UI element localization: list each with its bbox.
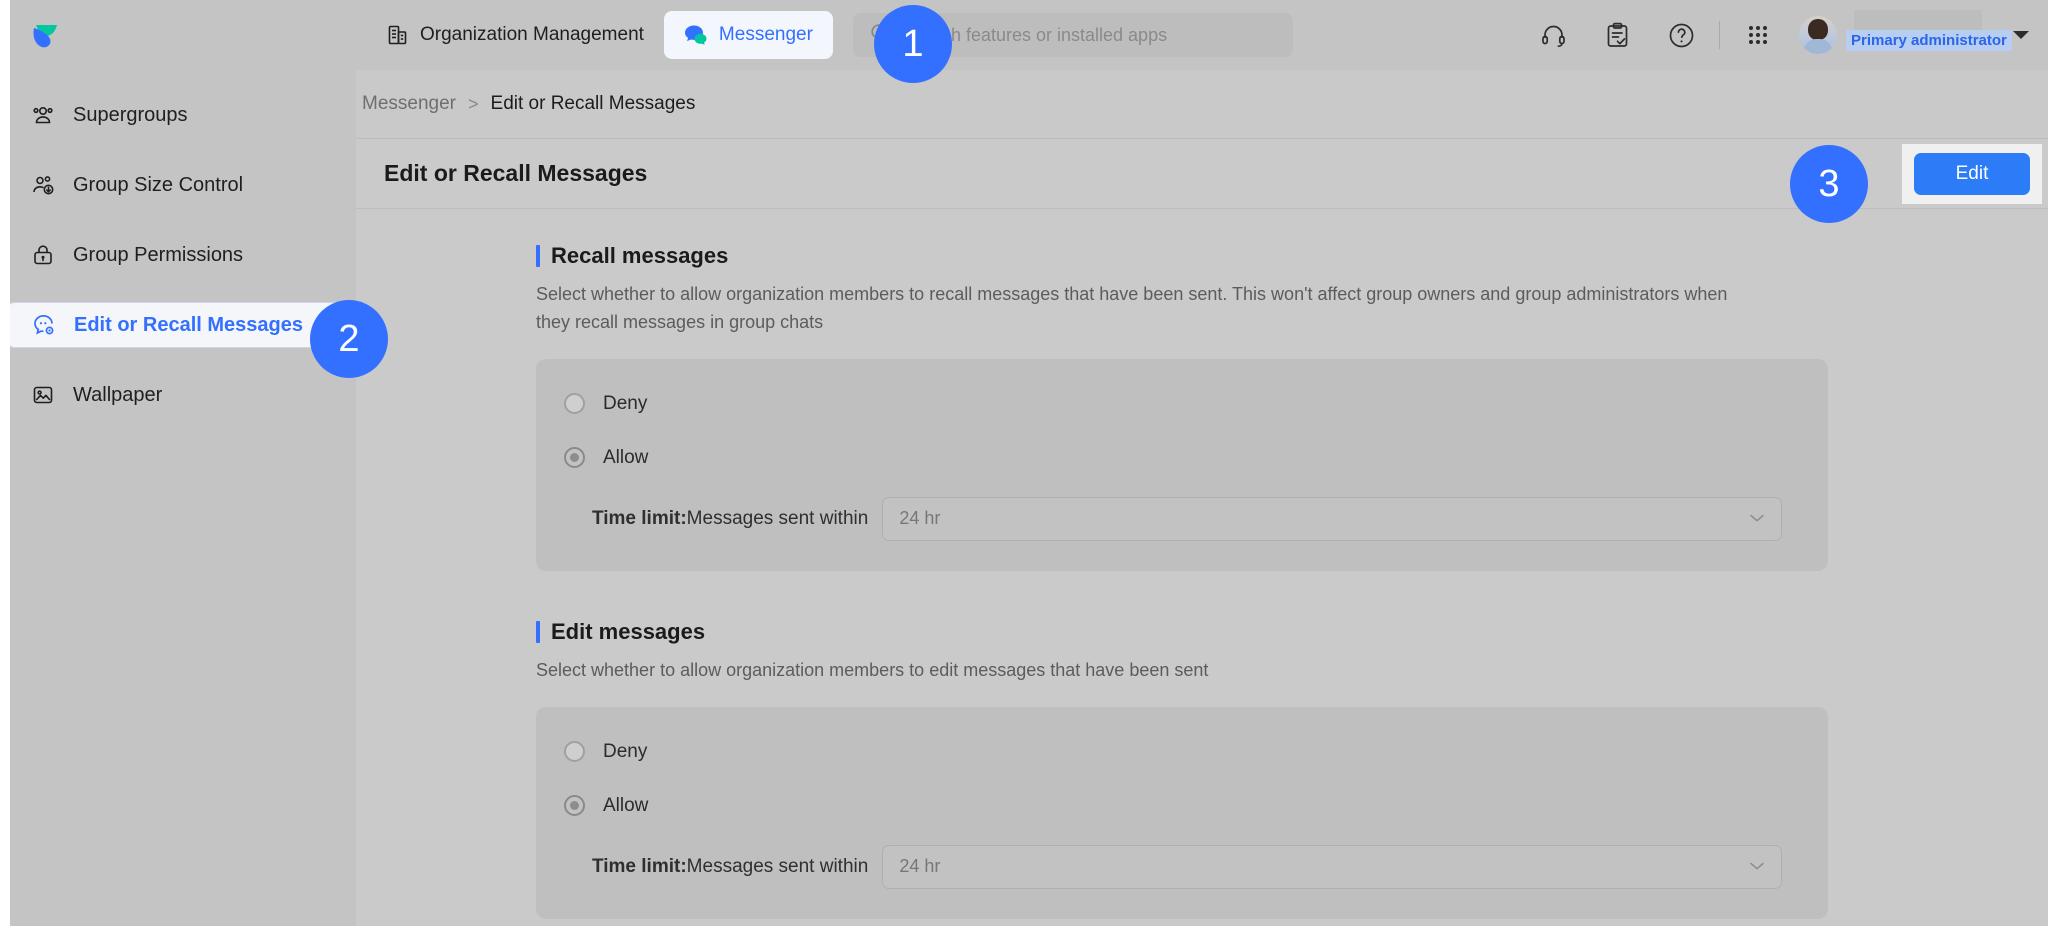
nav-label: Messenger	[718, 24, 813, 45]
breadcrumb: Messenger > Edit or Recall Messages	[356, 70, 2048, 138]
radio-label: Deny	[603, 392, 648, 414]
radio-button[interactable]	[564, 393, 585, 415]
time-limit-value: 24 hr	[899, 856, 941, 877]
section-title-row: Edit messages	[536, 619, 2048, 645]
sidebar-item-edit-or-recall-messages[interactable]: Edit or Recall Messages	[8, 302, 344, 348]
app-header: Organization Management Messenger Search…	[0, 0, 2048, 70]
apps-grid-icon[interactable]	[1726, 0, 1790, 70]
header-actions: Primary administrator	[1521, 0, 2048, 70]
section-accent-bar	[536, 620, 540, 643]
section-accent-bar	[536, 245, 540, 267]
section-recall-messages: Recall messages Select whether to allow …	[536, 243, 2048, 571]
step-badge-1: 1	[874, 5, 952, 83]
sidebar-item-label: Group Size Control	[73, 173, 244, 196]
left-edge-strip	[0, 0, 10, 944]
edit-button[interactable]: Edit	[1914, 152, 2030, 195]
header-nav: Organization Management Messenger Search…	[367, 0, 1293, 70]
header-divider	[1719, 21, 1720, 49]
radio-label: Allow	[603, 794, 649, 816]
time-limit-label-bold: Time limit:	[592, 855, 687, 877]
support-headset-icon[interactable]	[1521, 0, 1585, 70]
time-limit-select[interactable]: 24 hr	[882, 496, 1783, 541]
step-badge-3: 3	[1790, 145, 1868, 223]
help-question-icon[interactable]	[1649, 0, 1713, 70]
radio-button[interactable]	[564, 447, 585, 469]
breadcrumb-current: Edit or Recall Messages	[490, 93, 696, 114]
time-limit-label: Time limit:Messages sent within	[592, 508, 868, 530]
sidebar-item-wallpaper[interactable]: Wallpaper	[8, 372, 344, 418]
sidebar-item-label: Group Permissions	[73, 243, 244, 266]
chevron-down-icon	[1749, 510, 1765, 528]
time-limit-label-rest: Messages sent within	[686, 855, 869, 877]
step-badge-2: 2	[310, 300, 388, 378]
radio-button[interactable]	[564, 795, 585, 817]
nav-organization-management[interactable]: Organization Management	[367, 11, 664, 59]
breadcrumb-parent[interactable]: Messenger	[362, 93, 456, 115]
settings-content: Recall messages Select whether to allow …	[356, 209, 2048, 919]
sidebar-item-group-permissions[interactable]: Group Permissions	[8, 232, 344, 278]
time-limit-label-rest: Messages sent within	[686, 507, 869, 529]
supergroups-icon	[30, 103, 56, 127]
settings-panel: Edit or Recall Messages Edit Recall mess…	[356, 138, 2048, 944]
group-size-icon	[30, 173, 56, 197]
options-card: Deny Allow Time limit:Messages sent with…	[536, 358, 1828, 571]
edit-button-highlight: Edit	[1902, 143, 2042, 204]
time-limit-label-bold: Time limit:	[592, 507, 687, 529]
radio-label: Allow	[603, 446, 649, 468]
section-description: Select whether to allow organization mem…	[536, 659, 1209, 680]
edit-recall-icon	[31, 313, 57, 337]
nav-messenger[interactable]: Messenger	[663, 11, 833, 59]
section-title-row: Recall messages	[536, 243, 2048, 269]
section-description: Select whether to allow organization mem…	[536, 284, 1728, 332]
building-icon	[387, 24, 409, 46]
time-limit-select[interactable]: 24 hr	[882, 844, 1783, 889]
nav-label: Organization Management	[420, 24, 644, 45]
radio-option-deny[interactable]: Deny	[564, 737, 1828, 767]
radio-button[interactable]	[564, 741, 585, 763]
avatar[interactable]	[1790, 0, 1846, 70]
time-limit-row: Time limit:Messages sent within 24 hr	[564, 496, 1828, 541]
sidebar-item-label: Supergroups	[73, 103, 188, 126]
clipboard-check-icon[interactable]	[1585, 0, 1649, 70]
sidebar-item-label: Wallpaper	[73, 383, 163, 406]
wallpaper-image-icon	[30, 383, 56, 407]
lock-permissions-icon	[30, 243, 56, 267]
radio-label: Deny	[603, 740, 648, 762]
messenger-bubbles-icon	[684, 24, 708, 46]
time-limit-value: 24 hr	[899, 508, 941, 529]
radio-option-deny[interactable]: Deny	[564, 389, 1828, 419]
user-role-badge: Primary administrator	[1846, 30, 2012, 51]
radio-option-allow[interactable]: Allow	[564, 443, 1828, 473]
page-title: Edit or Recall Messages	[384, 160, 648, 186]
options-card: Deny Allow Time limit:Messages sent with…	[536, 706, 1828, 919]
breadcrumb-separator-icon: >	[468, 93, 479, 114]
section-title: Edit messages	[551, 618, 706, 644]
time-limit-row: Time limit:Messages sent within 24 hr	[564, 844, 1828, 889]
sidebar-item-supergroups[interactable]: Supergroups	[8, 92, 344, 138]
section-edit-messages: Edit messages Select whether to allow or…	[536, 619, 2048, 919]
user-identity[interactable]: Primary administrator	[1846, 0, 2012, 70]
chevron-down-icon	[1749, 858, 1765, 876]
time-limit-label: Time limit:Messages sent within	[592, 856, 868, 878]
sidebar-item-group-size-control[interactable]: Group Size Control	[8, 162, 344, 208]
sidebar: Supergroups Group Size Control Group Per	[0, 70, 356, 944]
sidebar-item-label: Edit or Recall Messages	[74, 313, 303, 336]
radio-option-allow[interactable]: Allow	[564, 791, 1828, 821]
section-title: Recall messages	[551, 243, 729, 268]
lark-bird-logo[interactable]	[12, 0, 82, 70]
bottom-edge-strip	[0, 926, 2048, 944]
